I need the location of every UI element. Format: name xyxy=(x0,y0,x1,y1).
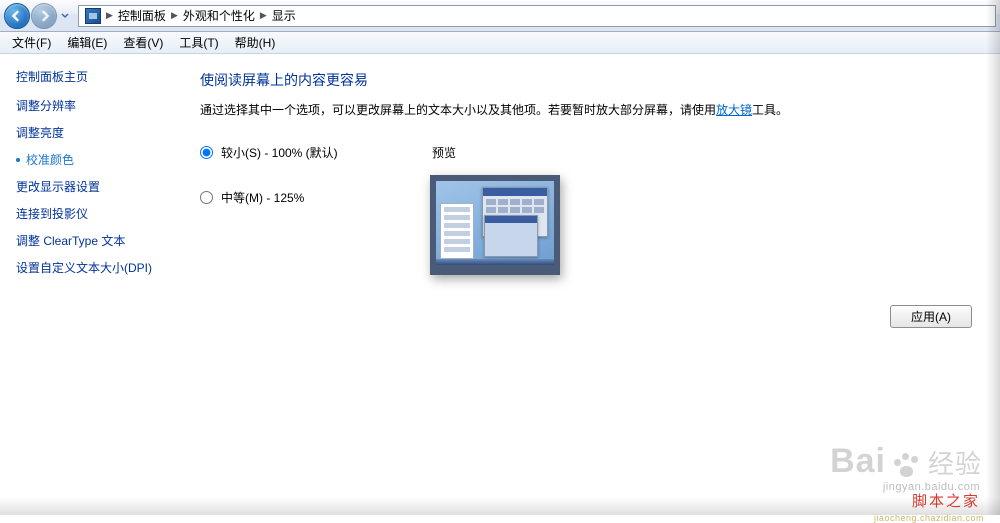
preview-window-icon xyxy=(484,215,538,257)
page-description: 通过选择其中一个选项，可以更改屏幕上的文本大小以及其他项。若要暂时放大部分屏幕，… xyxy=(200,100,978,120)
sidebar-item-display-settings[interactable]: 更改显示器设置 xyxy=(16,178,180,195)
content-pane: 使阅读屏幕上的内容更容易 通过选择其中一个选项，可以更改屏幕上的文本大小以及其他… xyxy=(190,54,1000,515)
sidebar-item-calibrate-color[interactable]: 校准颜色 xyxy=(16,151,180,168)
desc-text-before: 通过选择其中一个选项，可以更改屏幕上的文本大小以及其他项。若要暂时放大部分屏幕，… xyxy=(200,103,716,117)
arrow-left-icon xyxy=(11,10,23,22)
scale-option-medium[interactable]: 中等(M) - 125% xyxy=(200,189,430,206)
page-title: 使阅读屏幕上的内容更容易 xyxy=(200,70,978,90)
sidebar-item-label: 调整 ClearType 文本 xyxy=(16,232,125,249)
sidebar-item-resolution[interactable]: 调整分辨率 xyxy=(16,97,180,114)
back-button[interactable] xyxy=(4,3,30,29)
menu-view[interactable]: 查看(V) xyxy=(115,32,171,53)
sidebar-item-cleartype[interactable]: 调整 ClearType 文本 xyxy=(16,232,180,249)
preview-column: 预览 xyxy=(430,144,560,275)
breadcrumb-root[interactable]: 控制面板 xyxy=(114,7,170,24)
menu-edit[interactable]: 编辑(E) xyxy=(59,32,115,53)
breadcrumb-level2[interactable]: 显示 xyxy=(268,7,300,24)
sidebar-item-label: 调整亮度 xyxy=(16,124,64,141)
breadcrumb-level1[interactable]: 外观和个性化 xyxy=(179,7,259,24)
menu-help[interactable]: 帮助(H) xyxy=(227,32,284,53)
sidebar-item-label: 更改显示器设置 xyxy=(16,178,100,195)
bullet-icon xyxy=(16,158,20,162)
breadcrumb-sep-icon: ▶ xyxy=(105,10,114,21)
sidebar-item-brightness[interactable]: 调整亮度 xyxy=(16,124,180,141)
preview-startmenu-icon xyxy=(440,203,474,259)
sidebar-home-link[interactable]: 控制面板主页 xyxy=(16,68,180,85)
scale-option-label: 较小(S) - 100% (默认) xyxy=(221,144,338,161)
scale-option-label: 中等(M) - 125% xyxy=(221,189,304,206)
options-row: 较小(S) - 100% (默认) 中等(M) - 125% 预览 xyxy=(200,144,978,275)
scale-option-smaller[interactable]: 较小(S) - 100% (默认) xyxy=(200,144,430,161)
body: 控制面板主页 调整分辨率 调整亮度 校准颜色 更改显示器设置 连接到投影仪 调整… xyxy=(0,54,1000,515)
breadcrumb-sep-icon: ▶ xyxy=(259,10,268,21)
nav-history-dropdown[interactable] xyxy=(58,13,72,19)
nav-buttons xyxy=(4,3,72,29)
forward-button[interactable] xyxy=(31,3,57,29)
scale-radio-smaller[interactable] xyxy=(200,146,213,159)
scale-options: 较小(S) - 100% (默认) 中等(M) - 125% xyxy=(200,144,430,275)
menu-file[interactable]: 文件(F) xyxy=(4,32,59,53)
scale-radio-medium[interactable] xyxy=(200,191,213,204)
window-titlebar: ▶ 控制面板 ▶ 外观和个性化 ▶ 显示 xyxy=(0,0,1000,32)
sidebar-item-label: 校准颜色 xyxy=(26,151,74,168)
sidebar-item-projector[interactable]: 连接到投影仪 xyxy=(16,205,180,222)
menu-tools[interactable]: 工具(T) xyxy=(171,32,226,53)
sidebar-item-custom-dpi[interactable]: 设置自定义文本大小(DPI) xyxy=(16,259,180,276)
menu-bar: 文件(F) 编辑(E) 查看(V) 工具(T) 帮助(H) xyxy=(0,32,1000,54)
address-bar[interactable]: ▶ 控制面板 ▶ 外观和个性化 ▶ 显示 xyxy=(78,5,996,27)
sidebar-item-label: 设置自定义文本大小(DPI) xyxy=(16,259,152,276)
magnifier-link[interactable]: 放大镜 xyxy=(716,103,752,117)
sidebar: 控制面板主页 调整分辨率 调整亮度 校准颜色 更改显示器设置 连接到投影仪 调整… xyxy=(0,54,190,515)
apply-row: 应用(A) xyxy=(200,305,978,328)
preview-label: 预览 xyxy=(430,144,560,161)
preview-taskbar-icon xyxy=(436,259,554,265)
sidebar-item-label: 连接到投影仪 xyxy=(16,205,88,222)
apply-button[interactable]: 应用(A) xyxy=(890,305,972,328)
control-panel-icon xyxy=(85,8,101,24)
arrow-right-icon xyxy=(38,10,50,22)
desc-text-after: 工具。 xyxy=(752,103,788,117)
sidebar-item-label: 调整分辨率 xyxy=(16,97,76,114)
chevron-down-icon xyxy=(61,13,69,19)
preview-monitor-icon xyxy=(430,175,560,275)
breadcrumb-sep-icon: ▶ xyxy=(170,10,179,21)
